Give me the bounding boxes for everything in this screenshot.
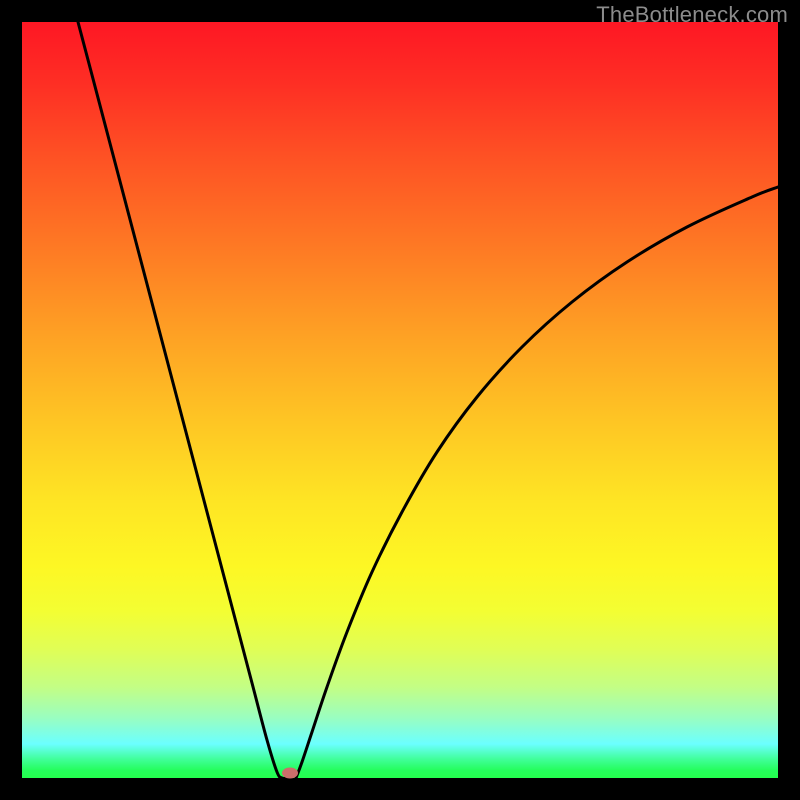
bottleneck-curve: [22, 22, 778, 778]
curve-left-branch: [78, 22, 286, 778]
curve-right-branch: [296, 187, 778, 778]
watermark-text: TheBottleneck.com: [596, 2, 788, 28]
optimal-point-marker: [282, 768, 298, 779]
